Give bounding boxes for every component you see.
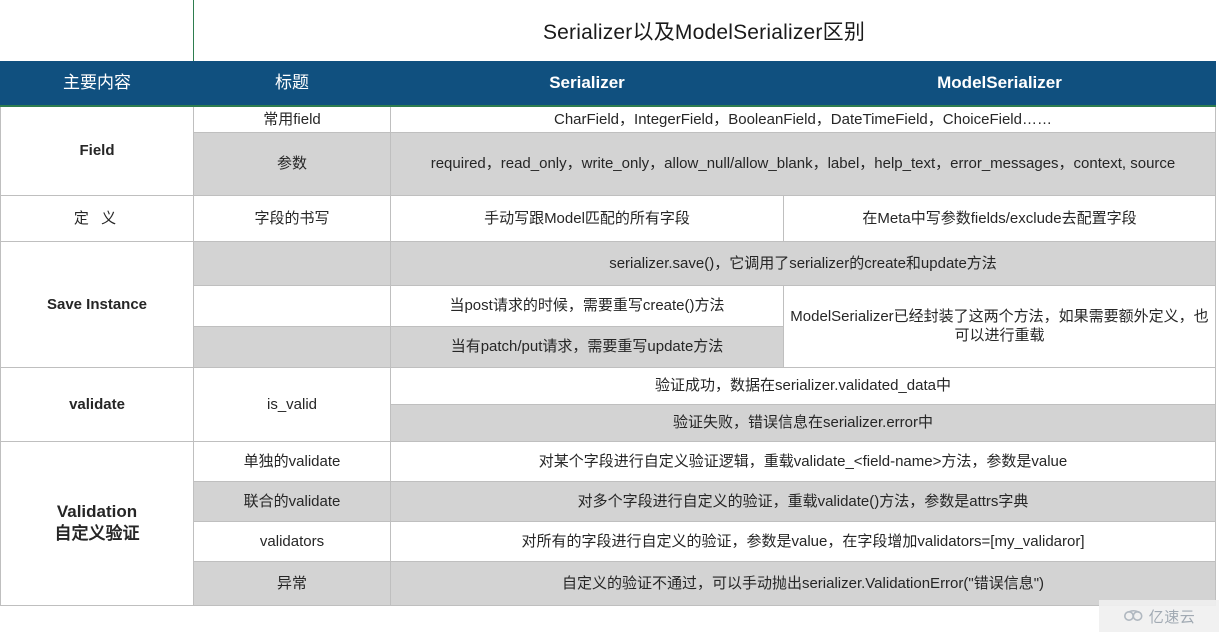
comparison-table: 主要内容 标题 Serializer ModelSerializer Field… bbox=[0, 61, 1216, 606]
value-validate-fail: 验证失败，错误信息在serializer.error中 bbox=[390, 403, 1216, 442]
value-field-params: required，read_only，write_only，allow_null… bbox=[390, 131, 1216, 196]
value-exception: 自定义的验证不通过，可以手动抛出serializer.ValidationErr… bbox=[390, 560, 1216, 606]
value-save-method: serializer.save()，它调用了serializer的create和… bbox=[390, 240, 1216, 286]
value-validate-success: 验证成功，数据在serializer.validated_data中 bbox=[390, 366, 1216, 405]
subtitle-validators: validators bbox=[193, 520, 391, 562]
subtitle-save-empty bbox=[193, 240, 391, 286]
subtitle-save-post-empty bbox=[193, 284, 391, 327]
subtitle-single-validate: 单独的validate bbox=[193, 440, 391, 482]
column-header-main-content: 主要内容 bbox=[0, 61, 194, 107]
category-validation-cn: 自定义验证 bbox=[54, 524, 140, 544]
value-definition-serializer: 手动写跟Model匹配的所有字段 bbox=[390, 194, 784, 242]
category-save-instance: Save Instance bbox=[0, 240, 194, 368]
value-save-patch: 当有patch/put请求，需要重写update方法 bbox=[390, 325, 784, 368]
category-validation: Validation 自定义验证 bbox=[0, 440, 194, 606]
column-header-modelserializer: ModelSerializer bbox=[783, 61, 1216, 107]
table-row-validate-success: validate is_valid 验证成功，数据在serializer.val… bbox=[0, 366, 1216, 442]
column-header-subtitle: 标题 bbox=[193, 61, 391, 107]
subtitle-field-params: 参数 bbox=[193, 131, 391, 196]
table-row-validation-single: Validation 自定义验证 单独的validate 对某个字段进行自定义验… bbox=[0, 440, 1216, 606]
value-save-post: 当post请求的时候，需要重写create()方法 bbox=[390, 284, 784, 327]
category-field: Field bbox=[0, 105, 194, 196]
value-common-field: CharField，IntegerField，BooleanField，Date… bbox=[390, 105, 1216, 133]
subtitle-union-validate: 联合的validate bbox=[193, 480, 391, 522]
watermark-text: 亿速云 bbox=[1148, 608, 1196, 626]
table-row-definition: 定 义 字段的书写 手动写跟Model匹配的所有字段 在Meta中写参数fiel… bbox=[0, 194, 1216, 242]
page-title: Serializer以及ModelSerializer区别 bbox=[542, 20, 866, 44]
category-validation-en: Validation bbox=[56, 502, 138, 522]
subtitle-save-patch-empty bbox=[193, 325, 391, 368]
table-header-row: 主要内容 标题 Serializer ModelSerializer bbox=[0, 61, 1216, 107]
subtitle-common-field: 常用field bbox=[193, 105, 391, 133]
value-union-validate: 对多个字段进行自定义的验证，重载validate()方法，参数是attrs字典 bbox=[390, 480, 1216, 522]
subtitle-exception: 异常 bbox=[193, 560, 391, 606]
subtitle-is-valid: is_valid bbox=[193, 366, 391, 442]
table-row-field-common: Field 常用field CharField，IntegerField，Boo… bbox=[0, 105, 1216, 196]
title-band: Serializer以及ModelSerializer区别 bbox=[0, 0, 1221, 61]
value-save-modelserializer: ModelSerializer已经封装了这两个方法，如果需要额外定义，也可以进行… bbox=[783, 284, 1216, 368]
column-header-serializer: Serializer bbox=[390, 61, 784, 107]
cloud-icon bbox=[1123, 609, 1145, 623]
subtitle-definition: 字段的书写 bbox=[193, 194, 391, 242]
category-definition: 定 义 bbox=[0, 194, 194, 242]
value-definition-modelserializer: 在Meta中写参数fields/exclude去配置字段 bbox=[783, 194, 1216, 242]
table-row-save-merged: Save Instance serializer.save()，它调用了seri… bbox=[0, 240, 1216, 368]
value-validators: 对所有的字段进行自定义的验证，参数是value，在字段增加validators=… bbox=[390, 520, 1216, 562]
category-validate: validate bbox=[0, 366, 194, 442]
value-single-validate: 对某个字段进行自定义验证逻辑，重载validate_<field-name>方法… bbox=[390, 440, 1216, 482]
